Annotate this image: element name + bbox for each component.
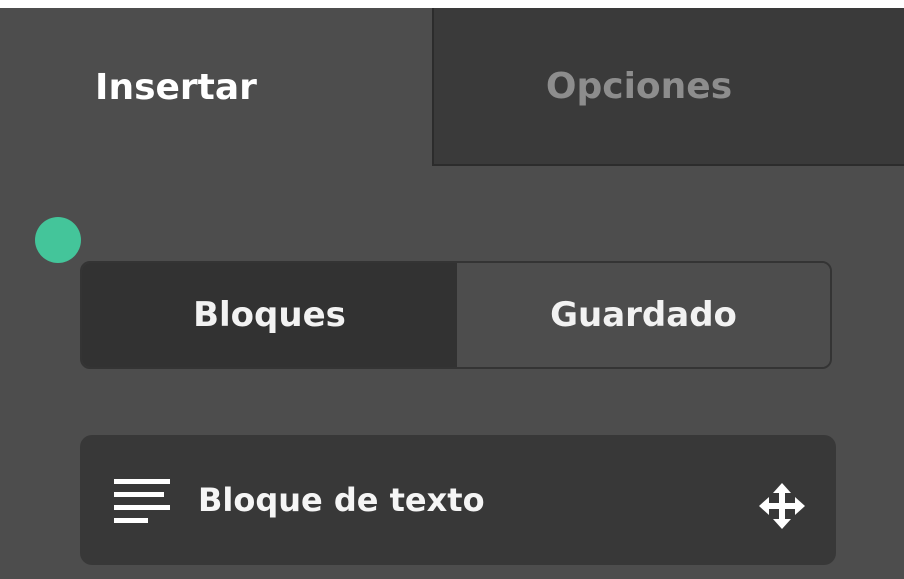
- block-item-text[interactable]: Bloque de texto: [80, 435, 836, 565]
- text-lines-icon: [114, 479, 170, 523]
- segment-bloques[interactable]: Bloques: [82, 263, 457, 367]
- move-icon[interactable]: [758, 482, 806, 530]
- tab-insertar[interactable]: Insertar: [0, 8, 432, 166]
- tab-opciones-label: Opciones: [545, 65, 733, 107]
- segment-guardado-label: Guardado: [550, 295, 737, 335]
- tab-bar: Insertar Opciones: [0, 8, 904, 166]
- tab-insertar-label: Insertar: [95, 66, 257, 108]
- sidebar-panel: Insertar Opciones Bloques Guardado Bloqu…: [0, 8, 904, 579]
- segment-bloques-label: Bloques: [193, 295, 346, 335]
- segmented-control: Bloques Guardado: [80, 261, 832, 369]
- segment-guardado[interactable]: Guardado: [457, 263, 830, 367]
- block-item-label: Bloque de texto: [198, 481, 485, 519]
- tab-opciones[interactable]: Opciones: [432, 8, 904, 166]
- status-dot: [35, 217, 81, 263]
